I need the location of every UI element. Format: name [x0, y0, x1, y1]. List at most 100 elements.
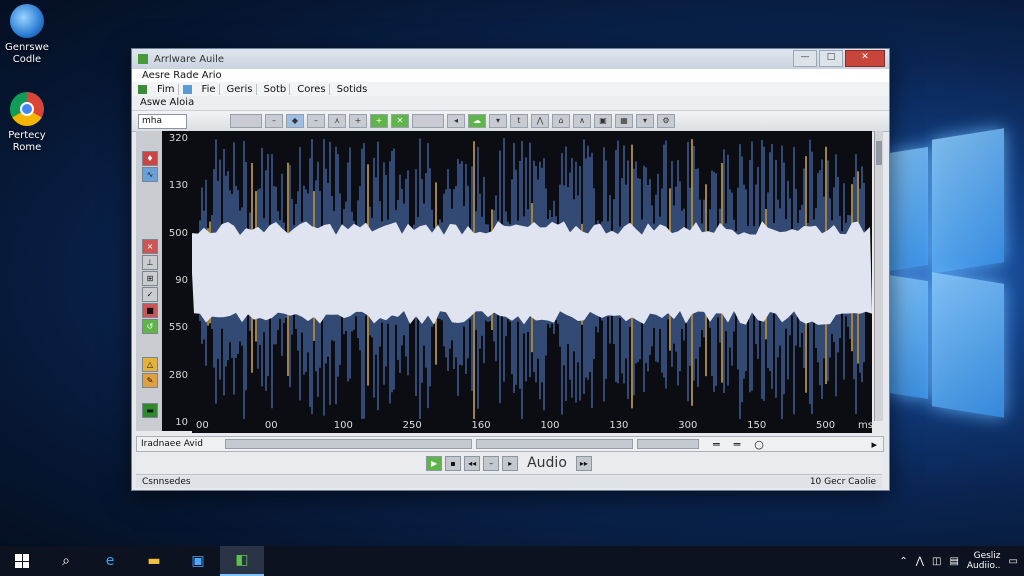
cut-icon[interactable]: ✕ [391, 114, 409, 128]
chevron-up-icon[interactable]: ⌃ [899, 556, 907, 567]
envelope-icon[interactable]: ⌂ [552, 114, 570, 128]
desktop-icon-label: Codle [12, 54, 42, 65]
toolbar: mha – ◆ – ⋏ + + ✕ ◂ ☁ ▾ t ⋀ ⌂ ∧ ▣ ▦ ▾ ⚙ [132, 111, 889, 132]
code-app-icon [10, 4, 44, 38]
menu-item[interactable]: Sotb [261, 83, 291, 95]
warning-icon[interactable]: △ [142, 357, 158, 372]
split-icon[interactable]: ⊥ [142, 255, 158, 270]
save-icon[interactable]: ▣ [594, 114, 612, 128]
chevron-down-icon[interactable]: ▾ [489, 114, 507, 128]
select-tool-icon[interactable]: ◆ [286, 114, 304, 128]
zoom-out-icon[interactable]: ═ [713, 438, 720, 451]
desktop-icon-code[interactable]: Genrswe Codle [0, 4, 62, 66]
x-tick-label: 250 [402, 420, 422, 431]
title-bar[interactable]: Arrlware Auile — □ ✕ [132, 49, 889, 69]
tool-button[interactable] [412, 114, 444, 128]
desktop-icon-label: Pertecy [8, 130, 46, 141]
menu-bar: Fim Fie Geris Sotb Cores Sotids [132, 82, 889, 96]
audio-app-taskbar-icon[interactable]: ◧ [220, 546, 264, 576]
search-icon[interactable]: ⌕ [44, 546, 88, 576]
clock[interactable]: Gesliz Audiio.. [967, 551, 1001, 571]
next-icon[interactable]: ▸▸ [575, 455, 592, 471]
wave-icon[interactable]: ∿ [142, 167, 158, 182]
tool-button[interactable]: – [265, 114, 283, 128]
menu-item[interactable]: Sotids [334, 84, 371, 95]
tool-button[interactable]: – [307, 114, 325, 128]
trim-icon[interactable]: ⊞ [142, 271, 158, 286]
desktop-icon-label: Genrswe [5, 42, 49, 53]
horizontal-scrollbar[interactable] [225, 439, 472, 449]
stop-icon[interactable]: ■ [142, 303, 158, 318]
y-tick-label: 500 [168, 227, 188, 239]
audio-label: Audio [527, 455, 567, 471]
loop-icon[interactable]: ↺ [142, 319, 158, 334]
menu-item[interactable]: Fie [199, 83, 220, 95]
play-arrow-icon[interactable]: ▸ [871, 438, 877, 451]
start-button[interactable] [0, 546, 44, 576]
y-tick-label: 10 [175, 417, 188, 428]
peak-icon[interactable]: ∧ [573, 114, 591, 128]
x-tick-label: 00 [196, 420, 209, 431]
taskbar: ⌕ e ▬ ▣ ◧ ⌃ ⋀ ◫ ▤ Gesliz Audiio.. ▭ [0, 546, 1024, 576]
fade-icon[interactable]: ⋀ [531, 114, 549, 128]
status-left: Csnnsedes [142, 477, 191, 487]
track-bar: Iradnaee Avid ═ ═ ○ ▸ [136, 436, 884, 452]
record-icon[interactable]: ♦ [142, 151, 158, 166]
file-explorer-icon[interactable]: ▬ [132, 546, 176, 576]
y-tick-label: 320 [168, 133, 188, 144]
horizontal-scrollbar[interactable] [476, 439, 633, 449]
settings-icon[interactable]: ⚙ [657, 114, 675, 128]
pencil-icon[interactable]: ✎ [142, 373, 158, 388]
add-icon[interactable]: + [349, 114, 367, 128]
x-tick-label: 100 [333, 420, 353, 431]
zoom-slider[interactable]: ○ [754, 438, 764, 451]
cloud-icon[interactable]: ☁ [468, 114, 486, 128]
amplitude-axis: 320 130 500 90 550 280 10 [162, 131, 192, 431]
export-icon[interactable]: ▬ [142, 403, 158, 418]
play-icon[interactable]: ▶ [426, 455, 443, 471]
minimize-button[interactable]: — [793, 50, 817, 67]
desktop-icon-chrome[interactable]: Pertecy Rome [0, 92, 62, 154]
format-field[interactable]: mha [138, 113, 187, 129]
arrow-left-icon[interactable]: ◂ [447, 114, 465, 128]
forward-icon[interactable]: ▸ [502, 455, 519, 471]
tool-button[interactable]: ⋏ [328, 114, 346, 128]
x-tick-label: 130 [609, 420, 629, 431]
x-tick-label: 100 [540, 420, 560, 431]
notification-icon[interactable]: ▤ [949, 556, 958, 567]
y-tick-label: 280 [168, 369, 188, 381]
track-name: Iradnaee Avid [141, 439, 203, 449]
chevron-down-icon[interactable]: ▾ [636, 114, 654, 128]
grid-icon[interactable]: ▦ [615, 114, 633, 128]
menu-item[interactable]: Geris [224, 83, 257, 95]
x-tick-label: 160 [471, 420, 491, 431]
windows-logo-wallpaper [870, 128, 1020, 420]
vertical-scrollbar[interactable] [874, 131, 883, 421]
x-tick-label: 300 [678, 420, 698, 431]
add-green-icon[interactable]: + [370, 114, 388, 128]
rewind-icon[interactable]: ◂◂ [464, 455, 481, 471]
time-unit-label: ms [858, 420, 873, 431]
store-icon[interactable]: ▣ [176, 546, 220, 576]
stop-button-icon[interactable]: – [483, 455, 500, 471]
waveform-canvas[interactable] [192, 131, 872, 421]
menu-item[interactable]: Fim [154, 83, 179, 95]
status-right: 10 Gecr Caolie [809, 477, 876, 487]
volume-icon[interactable]: ◫ [932, 556, 941, 567]
zoom-in-icon[interactable]: ═ [734, 438, 741, 451]
tool-button[interactable] [230, 114, 262, 128]
marker-icon[interactable]: t [510, 114, 528, 128]
network-icon[interactable]: ⋀ [916, 556, 924, 567]
check-icon[interactable]: ✓ [142, 287, 158, 302]
clock-line: Gesliz [973, 551, 1001, 561]
edge-icon[interactable]: e [88, 546, 132, 576]
horizontal-scrollbar[interactable] [637, 439, 699, 449]
action-center-icon[interactable]: ▭ [1009, 556, 1018, 567]
maximize-button[interactable]: □ [819, 50, 843, 67]
record-button-icon[interactable]: ▪ [445, 455, 462, 471]
close-button[interactable]: ✕ [845, 50, 885, 67]
menu-item[interactable]: Cores [294, 83, 330, 95]
app-menu-icon[interactable] [138, 84, 147, 94]
delete-icon[interactable]: × [142, 239, 158, 254]
waveform-editor: ♦ ∿ × ⊥ ⊞ ✓ ■ ↺ △ ✎ ▬ 320 130 500 90 550 280 1… [136, 131, 883, 435]
